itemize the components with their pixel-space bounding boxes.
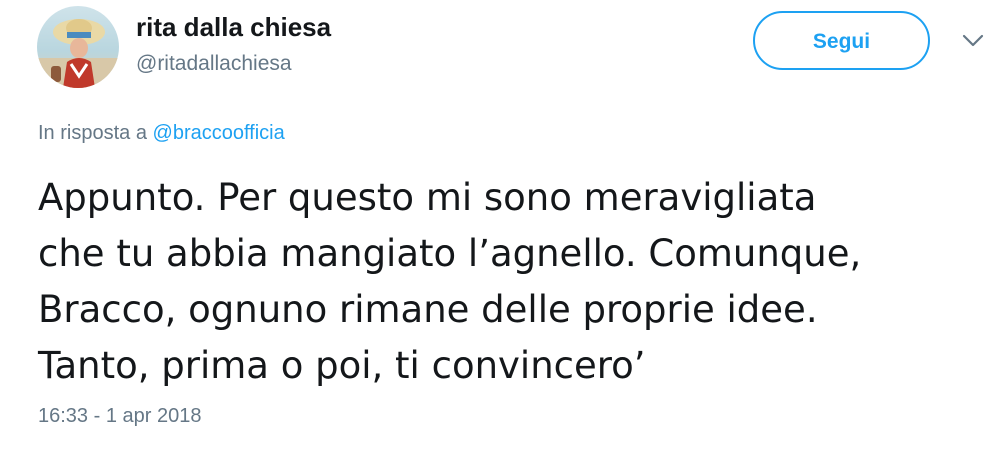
- tweet-text-line: Appunto. Per questo mi sono meravigliata: [38, 176, 817, 219]
- tweet-card: rita dalla chiesa @ritadallachiesa Segui…: [0, 0, 1000, 450]
- tweet-text-line: Tanto, prima o poi, ti convincero’: [38, 344, 646, 387]
- profile-photo-icon: [37, 6, 119, 88]
- user-handle[interactable]: @ritadallachiesa: [136, 52, 292, 76]
- reply-prefix: In risposta a: [38, 122, 153, 144]
- reply-context: In risposta a @braccoofficia: [38, 122, 285, 145]
- display-name[interactable]: rita dalla chiesa: [136, 12, 331, 43]
- tweet-text-line: che tu abbia mangiato l’agnello. Comunqu…: [38, 232, 862, 275]
- reply-mention-link[interactable]: @braccoofficia: [153, 122, 285, 144]
- avatar[interactable]: [37, 6, 119, 88]
- tweet-text: Appunto. Per questo mi sono meravigliata…: [38, 170, 978, 394]
- chevron-down-icon[interactable]: [962, 34, 984, 48]
- tweet-timestamp[interactable]: 16:33 - 1 apr 2018: [38, 405, 201, 428]
- follow-button[interactable]: Segui: [753, 11, 930, 70]
- tweet-text-line: Bracco, ognuno rimane delle proprie idee…: [38, 288, 818, 331]
